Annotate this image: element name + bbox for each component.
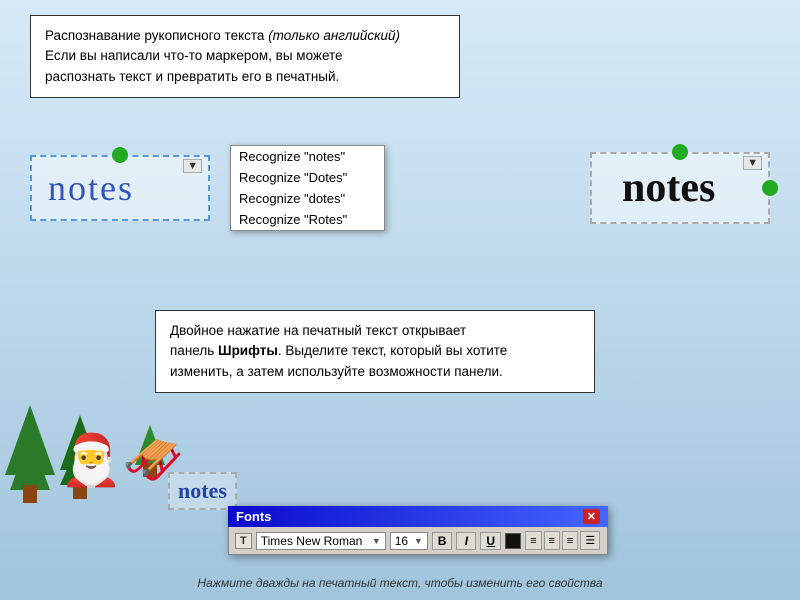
santa-decoration: 🎅🛷 [60,431,185,490]
printed-text: notes [622,165,715,211]
info-top-italic: (только английский) [268,28,400,43]
font-size-value: 16 [395,534,408,548]
green-dot-top [112,147,128,163]
align-buttons: ≡ ≡ ≡ ☰ [525,531,600,550]
dropdown-arrow-handwritten[interactable]: ▼ [183,159,202,173]
fonts-title: Fonts [236,509,271,524]
info-box-top: Распознавание рукописного текста (только… [30,15,460,98]
menu-item-1[interactable]: Recognize "notes" [231,146,384,167]
info-middle-line3: изменить, а затем используйте возможност… [170,364,503,379]
menu-item-3[interactable]: Recognize "dotes" [231,188,384,209]
info-middle-line1: Двойное нажатие на печатный текст открыв… [170,323,466,338]
font-size-arrow: ▼ [414,536,423,546]
info-box-middle: Двойное нажатие на печатный текст открыв… [155,310,595,393]
align-left-button[interactable]: ≡ [525,531,541,550]
fonts-toolbar: T Times New Roman ▼ 16 ▼ B I U ≡ ≡ ≡ ☰ [228,527,608,555]
printed-box: ▼ notes [590,152,770,224]
bold-button[interactable]: B [432,532,453,550]
recognition-area: ▼ notes Recognize "notes" Recognize "Dot… [30,145,770,231]
font-name-arrow: ▼ [372,536,381,546]
fonts-close-button[interactable]: ✕ [583,509,600,524]
font-size-select[interactable]: 16 ▼ [390,532,428,550]
context-menu: Recognize "notes" Recognize "Dotes" Reco… [230,145,385,231]
green-dot-printed-top [672,144,688,160]
info-top-line3: распознать текст и превратить его в печа… [45,69,339,84]
font-type-icon: T [235,533,252,549]
info-middle-line2b: . Выделите текст, который вы хотите [278,343,507,358]
font-name-value: Times New Roman [261,534,363,548]
align-right-button[interactable]: ≡ [562,531,578,550]
color-swatch[interactable] [505,533,521,549]
handwritten-box: ▼ notes [30,155,210,221]
menu-item-2[interactable]: Recognize "Dotes" [231,167,384,188]
menu-item-4[interactable]: Recognize "Rotes" [231,209,384,230]
list-button[interactable]: ☰ [580,531,600,550]
fonts-titlebar: Fonts ✕ [228,506,608,527]
fonts-panel: Fonts ✕ T Times New Roman ▼ 16 ▼ B I U ≡… [228,506,608,555]
italic-button[interactable]: I [456,532,476,550]
info-middle-bold: Шрифты [218,343,278,358]
font-name-select[interactable]: Times New Roman ▼ [256,532,386,550]
dropdown-arrow-printed[interactable]: ▼ [743,156,762,170]
info-middle-line2a: панель [170,343,218,358]
handwritten-text: notes [48,168,134,208]
notes-written-label: notes [168,472,237,510]
underline-button[interactable]: U [480,532,501,550]
caption-text: Нажмите дважды на печатный текст, чтобы … [0,576,800,590]
green-dot-printed-right [762,180,778,196]
align-center-button[interactable]: ≡ [544,531,560,550]
info-top-line1: Распознавание рукописного текста [45,28,268,43]
info-top-line2: Если вы написали что-то маркером, вы мож… [45,48,343,63]
